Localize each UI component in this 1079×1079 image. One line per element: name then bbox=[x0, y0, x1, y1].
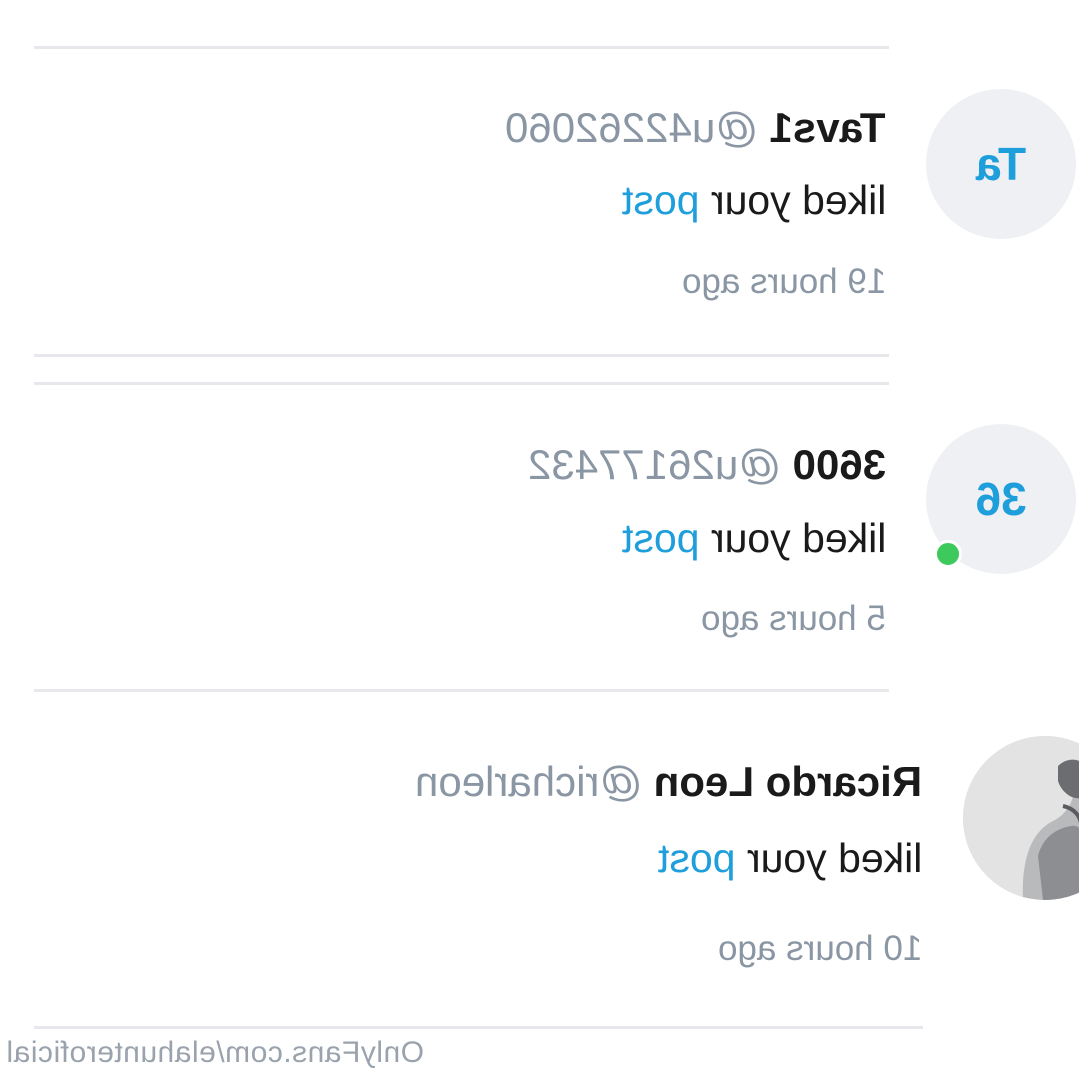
notifications-page: Tavs1 @u42262060 liked your post 19 hour… bbox=[0, 0, 1079, 1079]
timestamp: 19 hours ago bbox=[681, 262, 886, 301]
header-text: 3600 @u26177432 bbox=[528, 441, 886, 489]
user-name[interactable]: 3600 bbox=[793, 441, 886, 488]
post-link[interactable]: post bbox=[658, 835, 736, 881]
notification-header: Ricardo Leon @richarleon bbox=[415, 758, 922, 806]
watermark: OnlyFans.com/elahunteroficial bbox=[6, 1036, 425, 1069]
header-text: Ricardo Leon @richarleon bbox=[415, 758, 922, 806]
notification-time: 5 hours ago bbox=[701, 599, 886, 639]
divider bbox=[34, 689, 889, 692]
action-text: liked your post bbox=[622, 514, 886, 562]
divider bbox=[34, 354, 889, 357]
notification-time: 10 hours ago bbox=[718, 929, 922, 969]
notification-time: 19 hours ago bbox=[682, 262, 886, 302]
avatar[interactable]: Ta bbox=[926, 89, 1076, 239]
action-label: liked your bbox=[710, 177, 886, 223]
divider bbox=[34, 46, 889, 49]
notification-action: liked your post bbox=[622, 514, 886, 562]
user-handle[interactable]: @richarleon bbox=[415, 758, 642, 805]
action-text: liked your post bbox=[658, 834, 922, 882]
timestamp: 10 hours ago bbox=[717, 929, 922, 968]
header-text: Tavs1 @u42262060 bbox=[505, 104, 886, 152]
notification-header: Tavs1 @u42262060 bbox=[505, 104, 886, 152]
user-handle[interactable]: @u42262060 bbox=[505, 104, 758, 151]
notification-header: 3600 @u26177432 bbox=[528, 441, 886, 489]
action-text: liked your post bbox=[622, 176, 886, 224]
notification-action: liked your post bbox=[622, 176, 886, 224]
divider bbox=[34, 382, 889, 385]
user-handle[interactable]: @u26177432 bbox=[528, 441, 781, 488]
avatar-initials: Ta bbox=[975, 138, 1027, 190]
action-label: liked your bbox=[710, 515, 886, 561]
timestamp: 5 hours ago bbox=[701, 599, 886, 638]
action-label: liked your bbox=[746, 835, 922, 881]
avatar-image bbox=[963, 736, 1079, 900]
online-status-dot bbox=[934, 540, 962, 568]
post-link[interactable]: post bbox=[622, 177, 700, 223]
avatar-photo[interactable] bbox=[963, 736, 1079, 900]
post-link[interactable]: post bbox=[622, 515, 700, 561]
user-name[interactable]: Ricardo Leon bbox=[654, 758, 922, 805]
notification-action: liked your post bbox=[658, 834, 922, 882]
divider bbox=[34, 1026, 923, 1029]
user-name[interactable]: Tavs1 bbox=[770, 104, 886, 151]
